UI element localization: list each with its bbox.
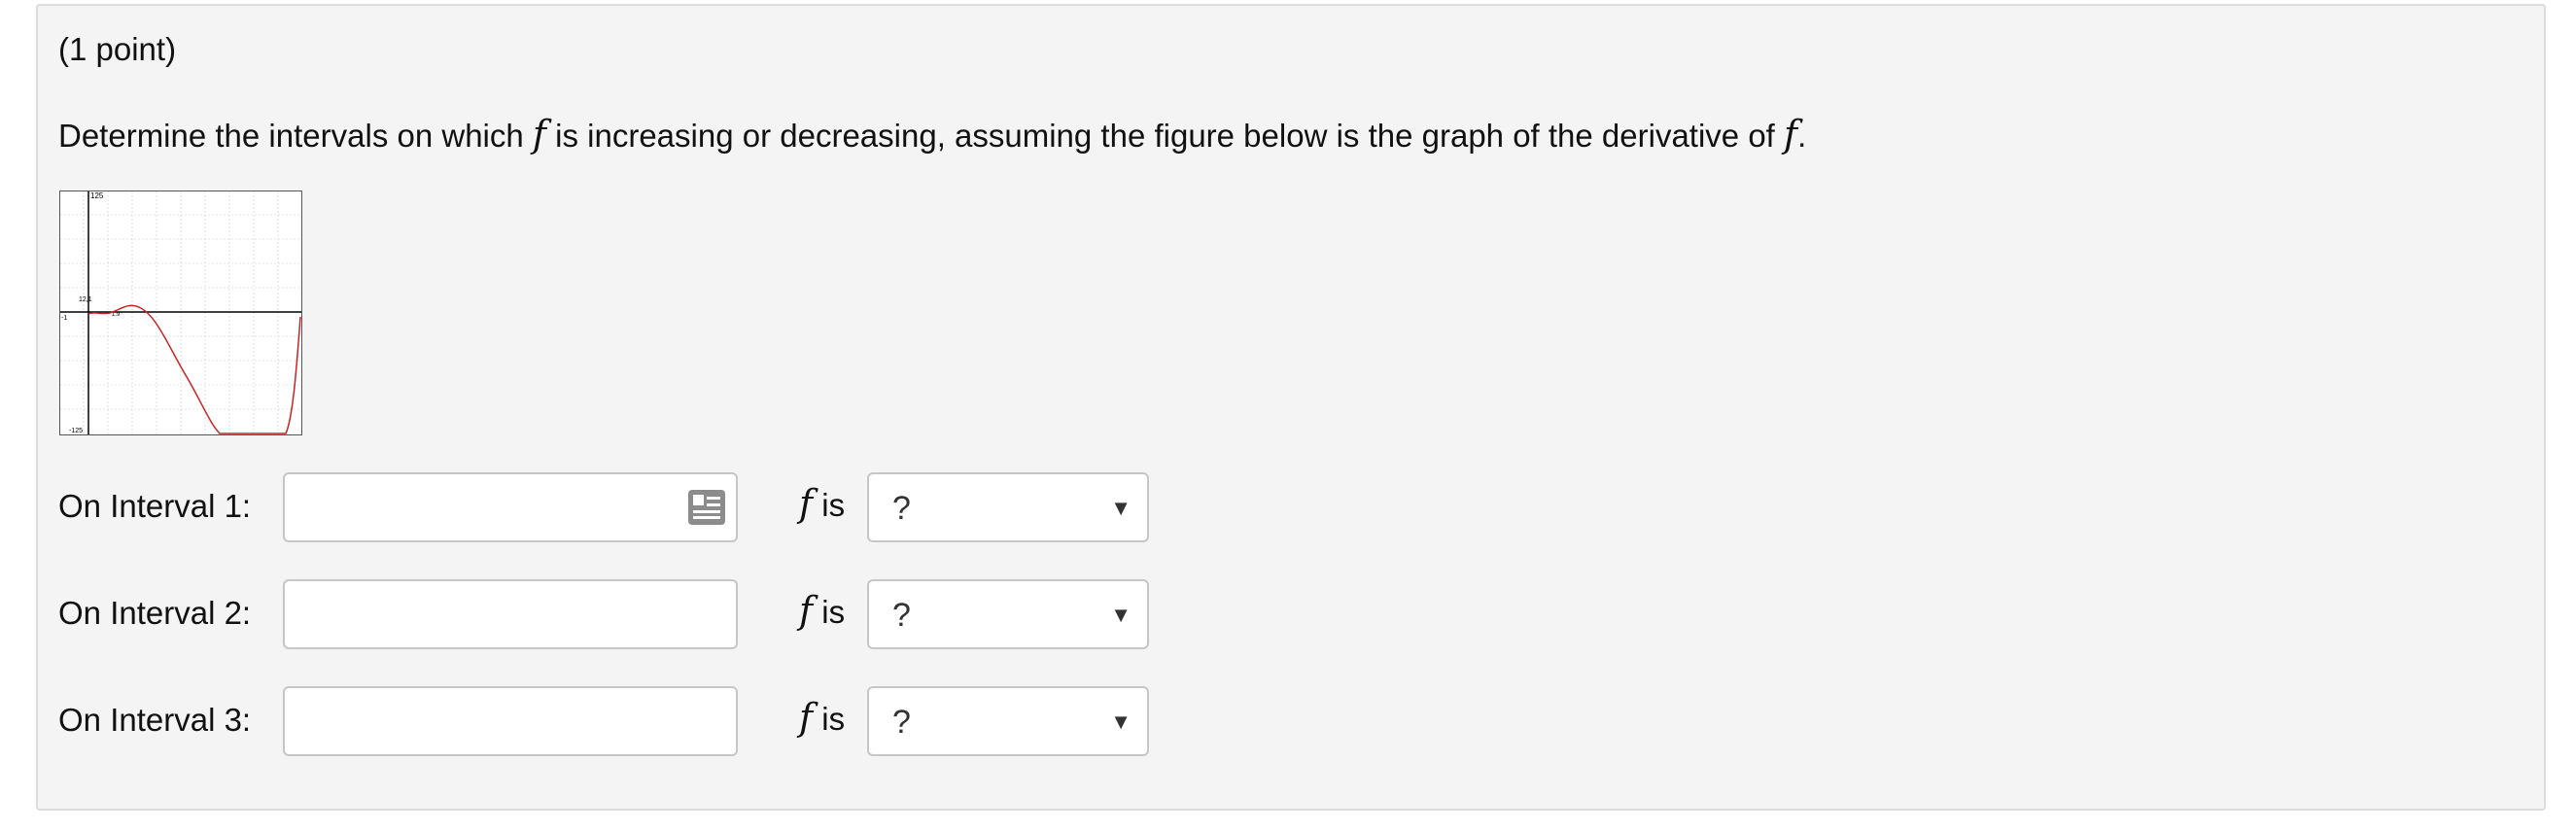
behavior-select-3[interactable]: ? ▼: [867, 686, 1149, 756]
dropdown-arrow-icon: ▼: [1110, 603, 1131, 627]
question-text: Determine the intervals on which f is in…: [58, 113, 1806, 156]
derivative-graph: 125 -125 -1 12,1 1.9: [59, 190, 302, 435]
f-is-label-1: f is: [799, 482, 845, 525]
f-is-label-2: f is: [799, 589, 845, 632]
interval-input-2[interactable]: [283, 579, 738, 649]
interval-label-1: On Interval 1:: [58, 488, 252, 524]
behavior-select-1[interactable]: ? ▼: [867, 472, 1149, 542]
interval-label-3: On Interval 3:: [58, 702, 252, 738]
question-prefix: Determine the intervals on which: [58, 118, 533, 154]
point-label: 12,1: [79, 296, 92, 303]
interval-label-2: On Interval 2:: [58, 595, 252, 631]
question-suffix: .: [1797, 118, 1807, 154]
select-value-1: ?: [892, 490, 911, 527]
dropdown-arrow-icon: ▼: [1110, 710, 1131, 734]
y-min-label: -125: [69, 428, 83, 434]
math-f-row-3: f: [799, 696, 814, 739]
math-f-2: f: [1784, 113, 1798, 156]
is-text-1: is: [821, 487, 846, 523]
select-value-3: ?: [892, 704, 911, 741]
y-max-label: 125: [90, 191, 104, 200]
select-value-2: ?: [892, 597, 911, 634]
x-min-label: -1: [61, 315, 67, 322]
f-is-label-3: f is: [799, 696, 845, 739]
math-f-row-2: f: [799, 589, 814, 632]
interval-input-1[interactable]: [283, 472, 738, 542]
dropdown-arrow-icon: ▼: [1110, 496, 1131, 520]
is-text-2: is: [821, 594, 846, 630]
points-label: (1 point): [58, 31, 177, 67]
math-f-row-1: f: [799, 482, 814, 525]
is-text-3: is: [821, 701, 846, 737]
math-f: f: [532, 113, 546, 156]
behavior-select-2[interactable]: ? ▼: [867, 579, 1149, 649]
equation-editor-icon[interactable]: [688, 490, 725, 525]
tick-label: 1.9: [112, 312, 121, 318]
question-middle: is increasing or decreasing, assuming th…: [545, 118, 1785, 154]
interval-input-3[interactable]: [283, 686, 738, 756]
